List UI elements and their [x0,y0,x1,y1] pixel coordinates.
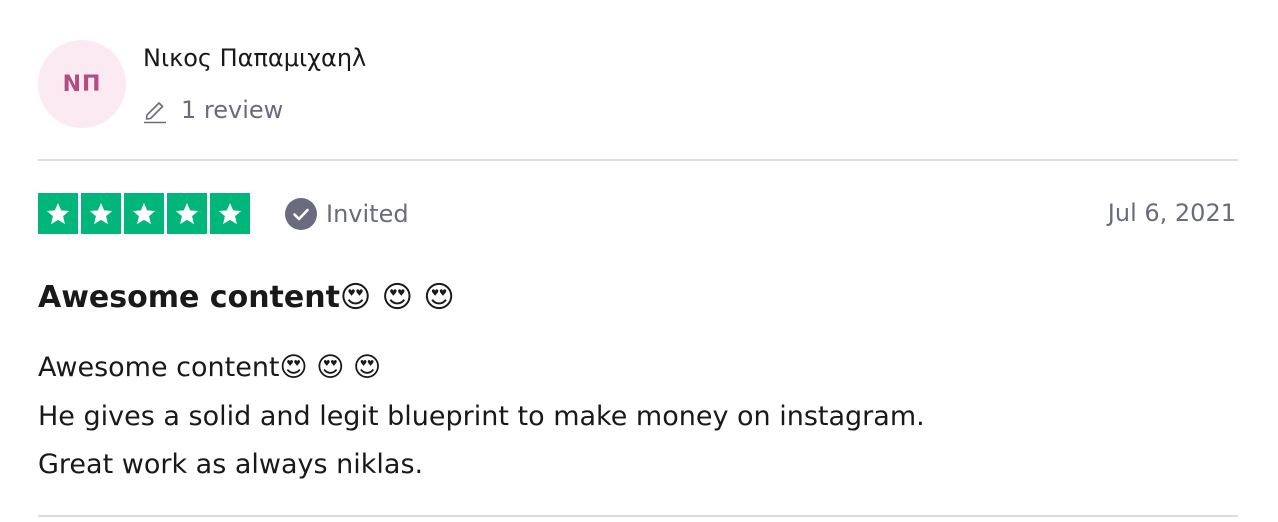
star-icon [46,202,70,224]
check-circle-icon [285,198,317,230]
invited-label: Invited [326,200,409,228]
review-count: 1 review [181,96,284,124]
invited-badge[interactable]: Invited [285,197,409,231]
star-box [167,193,207,234]
star-icon [132,202,156,224]
star-icon [218,202,242,224]
review-card: NΠ Νικος Παπαμιχαηλ 1 review Invited Jul… [38,0,1238,522]
star-icon [89,202,113,224]
divider [38,159,1238,161]
star-box [210,193,250,234]
review-title[interactable]: Awesome content😍 😍 😍 [38,278,455,318]
review-header: Invited Jul 6, 2021 [38,193,1238,235]
consumer-name[interactable]: Νικος Παπαμιχαηλ [143,44,366,72]
review-body: Awesome content😍 😍 😍 He gives a solid an… [38,344,1238,490]
avatar[interactable]: NΠ [38,40,126,128]
star-icon [175,202,199,224]
review-count-row: 1 review [143,94,283,126]
divider [38,515,1238,517]
review-body-line: Great work as always niklas. [38,449,424,480]
star-box [124,193,164,234]
consumer-info: NΠ Νικος Παπαμιχαηλ 1 review [38,40,1238,130]
avatar-initials: NΠ [62,71,102,97]
review-body-line: Awesome content😍 😍 😍 [38,352,382,383]
review-date: Jul 6, 2021 [1107,199,1236,227]
pencil-icon [144,102,166,124]
review-body-line: He gives a solid and legit blueprint to … [38,400,925,432]
star-box [38,193,78,234]
star-box [81,193,121,234]
star-rating [38,193,250,234]
